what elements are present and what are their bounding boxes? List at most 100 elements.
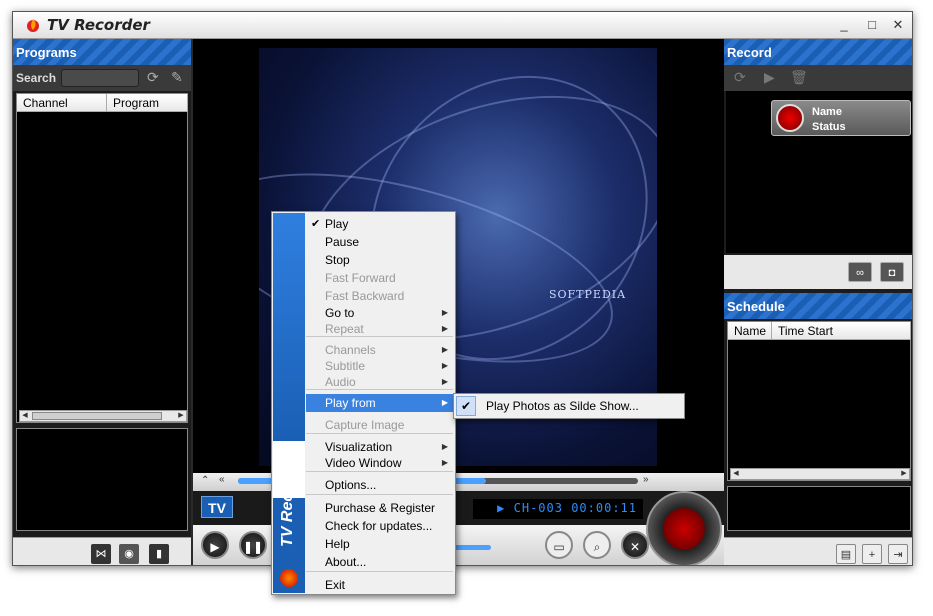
fullscreen-icon[interactable]: ✕ xyxy=(621,531,649,559)
record-icon xyxy=(776,104,804,132)
document-icon[interactable]: ▤ xyxy=(836,544,856,564)
scroll-left-icon[interactable]: ◀ xyxy=(731,469,741,479)
programs-panel: Programs Search ⟳ ✎ Channel Program ◀ ▶ … xyxy=(13,39,191,565)
minimize-button[interactable]: _ xyxy=(834,15,854,35)
menu-item-label: About... xyxy=(325,555,367,569)
menu-item-play-from[interactable]: Play from ▶ xyxy=(306,394,454,412)
menu-item-label: Stop xyxy=(325,253,350,267)
menu-item-about[interactable]: About... xyxy=(306,553,454,571)
recorder-card[interactable]: Name Status xyxy=(771,100,911,136)
menu-item-exit[interactable]: Exit xyxy=(306,576,454,594)
title-bar: TV Recorder _ □ ✕ xyxy=(13,12,912,39)
play-from-submenu: ✔ Play Photos as Silde Show... xyxy=(453,393,685,419)
column-time-start[interactable]: Time Start xyxy=(772,322,911,340)
submenu-arrow-icon: ▶ xyxy=(441,398,448,407)
menu-side-banner: TV Recorder BlazeVideo xyxy=(273,213,305,593)
maximize-button[interactable]: □ xyxy=(862,15,882,35)
menu-item-label: Play from xyxy=(325,396,376,410)
bookmark-icon[interactable]: ▮ xyxy=(149,544,169,564)
column-name[interactable]: Name xyxy=(728,322,772,340)
programs-list[interactable]: Channel Program ◀ ▶ xyxy=(16,93,188,423)
menu-item-label: Video Window xyxy=(325,456,402,470)
menu-item-purchase-register[interactable]: Purchase & Register xyxy=(306,499,454,517)
menu-item-label: Check for updates... xyxy=(325,519,433,533)
scroll-left-icon[interactable]: ◀ xyxy=(20,411,30,421)
zoom-icon[interactable]: ⌕ xyxy=(583,531,611,559)
menu-item-label: Go to xyxy=(325,306,355,320)
play-button[interactable]: ▶ xyxy=(201,531,229,559)
menu-item-label: Visualization xyxy=(325,440,393,454)
pause-button[interactable]: ❚❚ xyxy=(239,531,267,559)
record-toolbar: ⟳ ▶ 🗑 xyxy=(724,65,912,91)
export-icon[interactable]: ⇥ xyxy=(888,544,908,564)
camera-icon[interactable]: ◘ xyxy=(880,262,904,282)
app-title: TV Recorder xyxy=(47,16,150,34)
lcd-text: CH-003 00:00:11 xyxy=(513,501,637,515)
refresh-icon[interactable]: ⟳ xyxy=(147,69,159,86)
refresh-icon[interactable]: ⟳ xyxy=(734,69,746,86)
record-button[interactable] xyxy=(646,491,722,565)
menu-item-audio: Audio ▶ xyxy=(306,373,454,391)
menu-item-stop[interactable]: Stop xyxy=(306,251,454,269)
play-icon[interactable]: ▶ xyxy=(764,69,775,86)
flame-logo-icon xyxy=(280,569,298,587)
programs-header: Programs xyxy=(13,39,191,65)
record-header: Record xyxy=(724,39,912,65)
flame-logo-icon xyxy=(27,19,39,32)
search-input[interactable] xyxy=(61,69,139,87)
program-info-box xyxy=(16,428,188,531)
submenu-arrow-icon: ▶ xyxy=(441,324,448,333)
schedule-info-box xyxy=(727,486,911,531)
menu-item-label: Purchase & Register xyxy=(325,501,436,515)
scroll-thumb[interactable] xyxy=(32,412,162,420)
schedule-hscrollbar[interactable]: ◀ ▶ xyxy=(730,468,910,480)
menu-separator xyxy=(306,494,453,495)
volume-slider[interactable] xyxy=(453,545,491,550)
menu-item-label: Exit xyxy=(325,578,346,592)
menu-item-help[interactable]: Help xyxy=(306,535,454,553)
close-button[interactable]: ✕ xyxy=(888,15,908,35)
check-icon: ✔ xyxy=(456,396,476,416)
clear-icon[interactable]: ✎ xyxy=(171,69,183,86)
rewind-icon[interactable]: « xyxy=(219,474,225,485)
submenu-arrow-icon: ▶ xyxy=(441,458,448,467)
share-icon[interactable]: ⋈ xyxy=(91,544,111,564)
menu-item-options[interactable]: Options... xyxy=(306,476,454,494)
context-menu: TV Recorder BlazeVideo ✔ Play Pause Stop Fas… xyxy=(271,211,456,595)
tv-badge[interactable]: TV xyxy=(201,496,233,518)
menu-item-check-for-updates[interactable]: Check for updates... xyxy=(306,517,454,535)
folder-icon[interactable]: ▭ xyxy=(545,531,573,559)
search-row: Search ⟳ ✎ xyxy=(13,65,191,91)
programs-hscrollbar[interactable]: ◀ ▶ xyxy=(19,410,187,422)
menu-item-label: Channels xyxy=(325,343,376,357)
menu-item-label: Options... xyxy=(325,478,377,492)
menu-separator xyxy=(306,571,453,572)
menu-item-pause[interactable]: Pause xyxy=(306,233,454,251)
programs-toolbar: ⋈ ◉ ▮ xyxy=(13,537,191,565)
menu-item-slide-show[interactable]: Play Photos as Silde Show... xyxy=(486,399,639,413)
column-channel[interactable]: Channel xyxy=(17,94,107,112)
forward-icon[interactable]: » xyxy=(643,474,649,485)
menu-item-fast-backward: Fast Backward xyxy=(306,287,454,305)
schedule-header: Schedule xyxy=(724,293,912,319)
lcd-display: ▶ CH-003 00:00:11 xyxy=(473,499,643,519)
menu-item-label: Fast Backward xyxy=(325,289,405,303)
scroll-right-icon[interactable]: ▶ xyxy=(176,411,186,421)
collapse-icon[interactable]: ⌃ xyxy=(201,475,209,486)
record-bottom-bar: ∞ ◘ xyxy=(724,255,912,289)
menu-item-repeat: Repeat ▶ xyxy=(306,320,454,338)
column-program[interactable]: Program xyxy=(107,94,188,112)
menu-item-play[interactable]: ✔ Play xyxy=(306,215,454,233)
voicemail-icon[interactable]: ∞ xyxy=(848,262,872,282)
scroll-right-icon[interactable]: ▶ xyxy=(899,469,909,479)
submenu-arrow-icon: ▶ xyxy=(441,377,448,386)
menu-item-label: Fast Forward xyxy=(325,271,396,285)
add-schedule-icon[interactable]: + xyxy=(862,544,882,564)
menu-item-video-window[interactable]: Video Window ▶ xyxy=(306,454,454,472)
record-list[interactable]: Name Status xyxy=(726,91,912,253)
compass-icon[interactable]: ◉ xyxy=(119,544,139,564)
trash-icon[interactable]: 🗑 xyxy=(790,69,808,86)
menu-item-label: Audio xyxy=(325,375,356,389)
schedule-list[interactable]: Name Time Start ◀ ▶ xyxy=(727,321,911,481)
record-panel: Record ⟳ ▶ 🗑 Name Status ∞ ◘ Schedule Na… xyxy=(724,39,912,565)
